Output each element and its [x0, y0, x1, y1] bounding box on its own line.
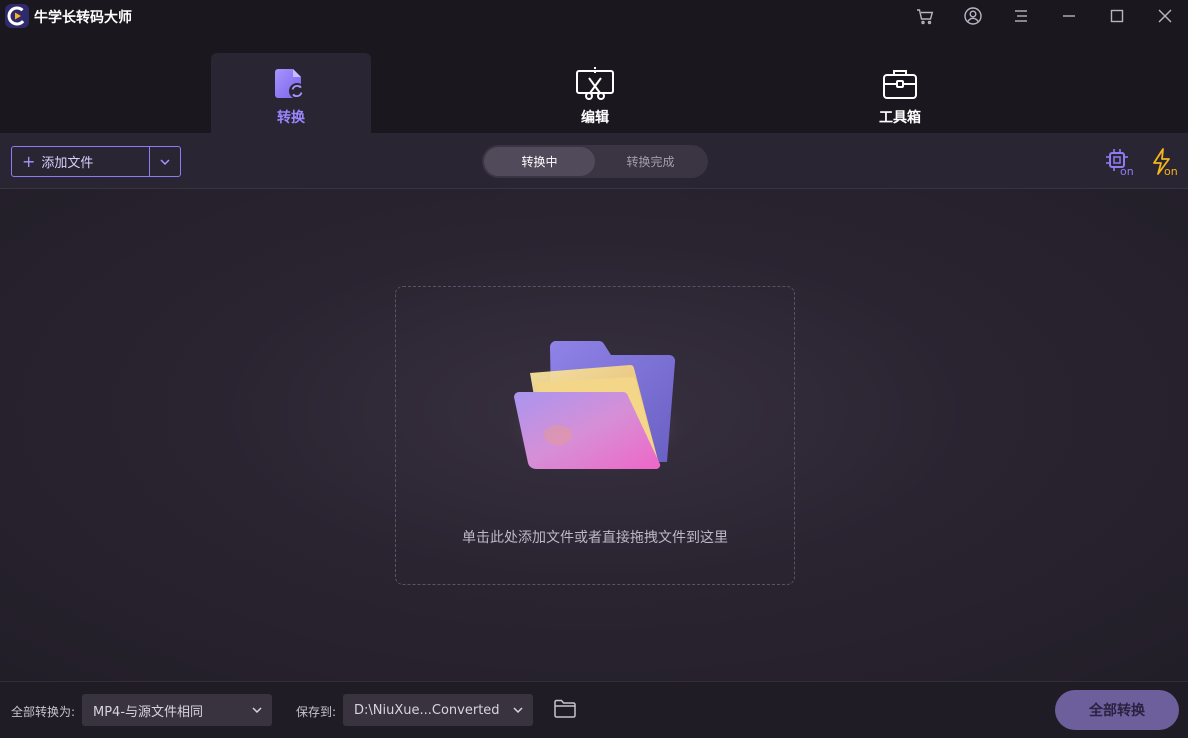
main-content-area: 单击此处添加文件或者直接拖拽文件到这里	[0, 189, 1188, 681]
tab-converting[interactable]: 转换中	[484, 147, 595, 176]
save-path-value: D:\NiuXue...Converted	[354, 702, 500, 718]
output-format-select[interactable]: MP4-与源文件相同	[82, 694, 272, 726]
cart-icon[interactable]	[913, 4, 937, 28]
tab-edit-label: 编辑	[581, 110, 609, 126]
close-icon[interactable]	[1153, 4, 1177, 28]
hardware-acceleration-icon[interactable]: on	[1104, 147, 1134, 178]
chevron-down-icon	[513, 707, 523, 714]
tab-convert[interactable]: 转换	[211, 53, 371, 133]
tab-toolbox-label: 工具箱	[879, 110, 921, 126]
title-bar: 牛学长转码大师	[0, 0, 1188, 32]
fast-convert-bolt-icon[interactable]: on	[1150, 147, 1180, 178]
add-file-label: 添加文件	[41, 156, 94, 171]
status-segmented-control: 转换中 转换完成	[482, 145, 708, 178]
convert-all-button[interactable]: 全部转换	[1055, 690, 1179, 730]
drop-hint-text: 单击此处添加文件或者直接拖拽文件到这里	[462, 530, 728, 546]
edit-cut-icon	[575, 66, 615, 102]
add-file-button[interactable]: + 添加文件	[12, 147, 150, 176]
hw-accel-badge: on	[1120, 165, 1134, 177]
plus-icon: +	[22, 151, 36, 171]
save-path-select[interactable]: D:\NiuXue...Converted	[343, 694, 533, 726]
menu-icon[interactable]	[1009, 4, 1033, 28]
fast-convert-badge: on	[1164, 165, 1178, 177]
convert-all-to-label: 全部转换为:	[11, 705, 76, 719]
chevron-down-icon	[160, 158, 170, 165]
folder-illustration-icon	[508, 340, 684, 473]
toolbar: + 添加文件 转换中 转换完成 on on	[0, 133, 1188, 189]
main-tabs: 转换 编辑 工具箱	[0, 32, 1188, 133]
app-logo	[5, 4, 29, 28]
chevron-down-icon	[252, 707, 262, 714]
tab-convert-label: 转换	[277, 110, 305, 126]
app-title: 牛学长转码大师	[34, 10, 132, 26]
output-format-value: MP4-与源文件相同	[93, 704, 204, 720]
convert-icon	[271, 66, 311, 102]
maximize-icon[interactable]	[1105, 4, 1129, 28]
add-file-split-button: + 添加文件	[11, 146, 181, 177]
open-folder-icon[interactable]	[553, 698, 577, 724]
minimize-icon[interactable]	[1057, 4, 1081, 28]
account-icon[interactable]	[961, 4, 985, 28]
save-to-label: 保存到:	[296, 705, 337, 719]
tab-toolbox[interactable]: 工具箱	[820, 53, 980, 133]
add-file-dropdown-button[interactable]	[150, 147, 180, 176]
bottom-bar: 全部转换为: MP4-与源文件相同 保存到: D:\NiuXue...Conve…	[0, 681, 1188, 738]
tab-converted[interactable]: 转换完成	[595, 147, 706, 176]
toolbox-icon	[880, 66, 920, 102]
file-drop-zone[interactable]: 单击此处添加文件或者直接拖拽文件到这里	[395, 286, 795, 585]
tab-edit[interactable]: 编辑	[515, 53, 675, 133]
